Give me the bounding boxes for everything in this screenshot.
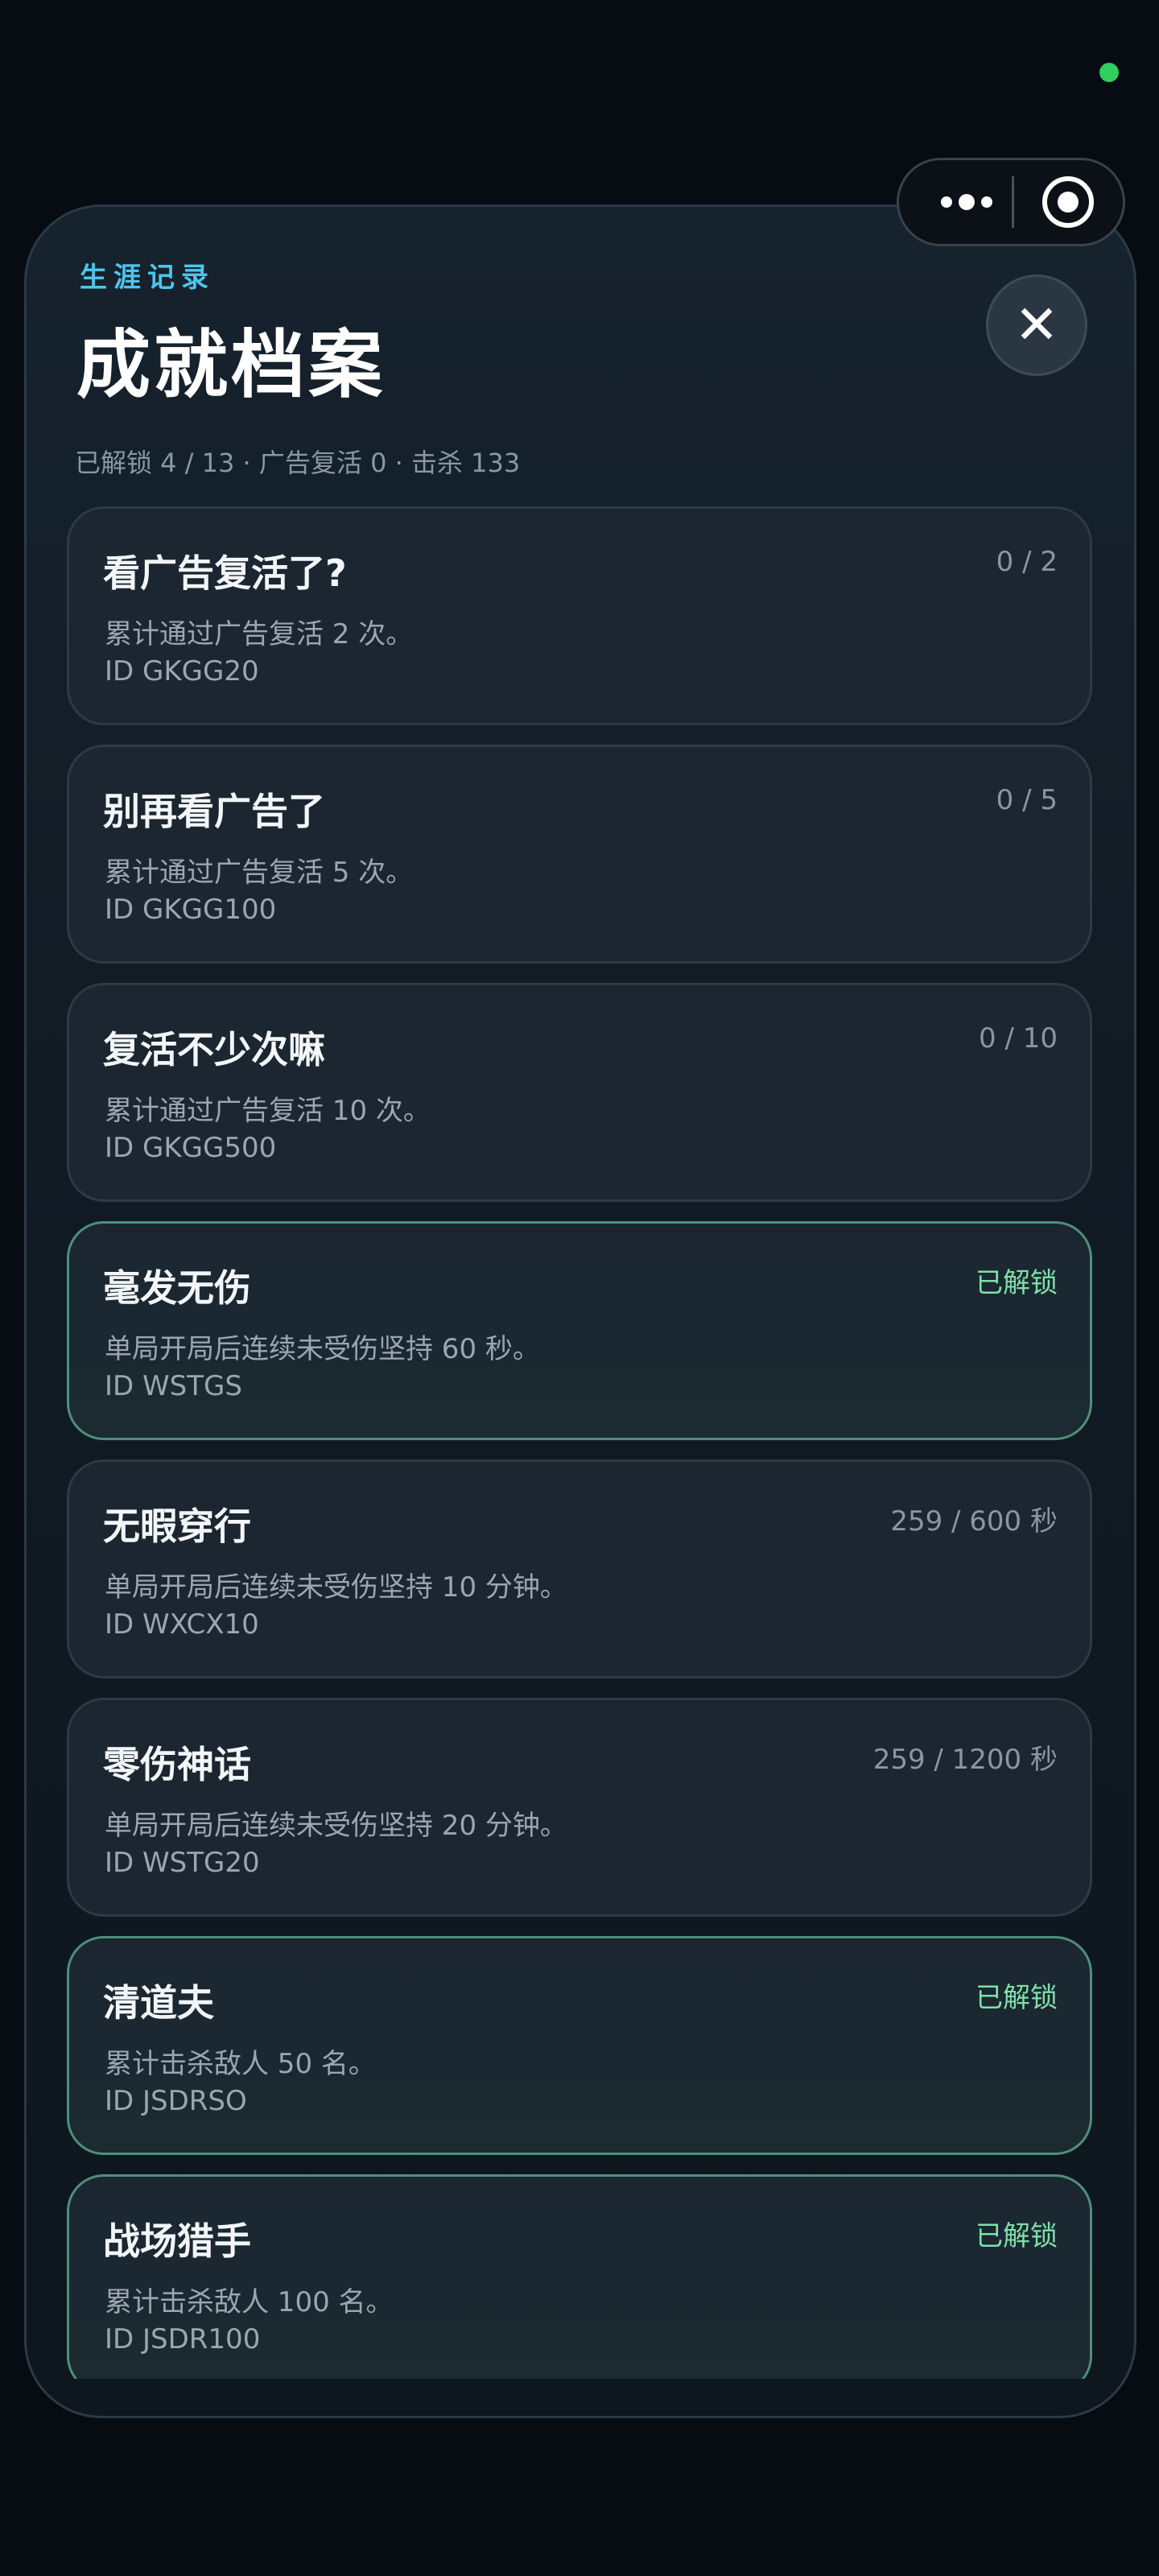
- achievement-description: 累计击杀敌人 50 名。: [105, 2048, 376, 2080]
- mini-program-capsule: [897, 158, 1125, 246]
- capsule-divider: [1012, 176, 1014, 228]
- close-icon: ✕: [1014, 294, 1059, 356]
- achievement-card: 复活不少次嘛 0 / 10 累计通过广告复活 10 次。 ID GKGG500: [67, 983, 1092, 1202]
- achievement-progress: 0 / 5: [996, 784, 1058, 816]
- achievement-id: ID GKGG100: [105, 894, 277, 926]
- achievement-card: 别再看广告了 0 / 5 累计通过广告复活 5 次。 ID GKGG100: [67, 745, 1092, 964]
- screen: 生涯记录 成就档案 ✕ 已解锁 4 / 13 · 广告复活 0 · 击杀 133…: [0, 0, 1159, 2576]
- achievement-card: 清道夫 已解锁累计击杀敌人 50 名。 ID JSDRSO: [67, 1936, 1092, 2155]
- achievement-title: 无暇穿行: [103, 1505, 251, 1548]
- achievement-progress: 0 / 10: [979, 1022, 1058, 1055]
- achievement-unlocked-badge: 已解锁: [975, 2220, 1058, 2252]
- status-indicator-dot: [1099, 63, 1119, 82]
- achievement-id: ID WSTGS: [105, 1370, 242, 1402]
- achievement-card: 战场猎手 已解锁累计击杀敌人 100 名。 ID JSDR100: [67, 2174, 1092, 2379]
- achievement-id: ID GKGG500: [105, 1132, 277, 1164]
- achievement-title: 战场猎手: [103, 2219, 251, 2263]
- achievement-id: ID WXCX10: [105, 1608, 259, 1641]
- achievement-unlocked-badge: 已解锁: [975, 1267, 1058, 1299]
- achievement-unlocked-badge: 已解锁: [975, 1982, 1058, 2014]
- achievement-id: ID JSDRSO: [105, 2085, 247, 2117]
- achievement-card: 无暇穿行 259 / 600 秒单局开局后连续未受伤坚持 10 分钟。 ID WXC…: [67, 1459, 1092, 1678]
- achievement-title: 别再看广告了: [103, 790, 325, 833]
- achievement-description: 累计通过广告复活 2 次。: [105, 618, 414, 650]
- achievement-title: 零伤神话: [103, 1743, 251, 1786]
- achievement-id: ID JSDR100: [105, 2323, 261, 2355]
- achievement-description: 单局开局后连续未受伤坚持 60 秒。: [105, 1333, 540, 1365]
- achievement-title: 清道夫: [103, 1981, 214, 2025]
- section-eyebrow: 生涯记录: [80, 262, 215, 294]
- achievement-description: 累计通过广告复活 5 次。: [105, 857, 414, 889]
- page-title: 成就档案: [76, 322, 386, 408]
- more-dots-icon[interactable]: [926, 160, 1007, 244]
- achievement-id: ID GKGG20: [105, 655, 259, 687]
- achievement-title: 毫发无伤: [103, 1266, 251, 1310]
- achievement-title: 复活不少次嘛: [103, 1028, 325, 1071]
- close-button[interactable]: ✕: [986, 275, 1087, 376]
- achievement-description: 累计击杀敌人 100 名。: [105, 2286, 394, 2318]
- achievement-id: ID WSTG20: [105, 1847, 260, 1879]
- stats-summary: 已解锁 4 / 13 · 广告复活 0 · 击杀 133: [75, 448, 521, 478]
- achievement-card: 毫发无伤 已解锁单局开局后连续未受伤坚持 60 秒。 ID WSTGS: [67, 1221, 1092, 1440]
- achievement-list[interactable]: 看广告复活了? 0 / 2 累计通过广告复活 2 次。 ID GKGG20 别再看广告了…: [67, 506, 1092, 2379]
- achievement-progress: 259 / 1200 秒: [872, 1744, 1058, 1776]
- achievement-description: 单局开局后连续未受伤坚持 20 分钟。: [105, 1810, 567, 1842]
- target-circle-icon[interactable]: [1042, 176, 1094, 228]
- achievement-description: 累计通过广告复活 10 次。: [105, 1095, 431, 1127]
- achievement-card: 零伤神话 259 / 1200 秒单局开局后连续未受伤坚持 20 分钟。 ID WS…: [67, 1698, 1092, 1917]
- achievement-card: 看广告复活了? 0 / 2 累计通过广告复活 2 次。 ID GKGG20: [67, 506, 1092, 725]
- achievement-progress: 259 / 600 秒: [890, 1505, 1058, 1538]
- achievements-panel: 生涯记录 成就档案 ✕ 已解锁 4 / 13 · 广告复活 0 · 击杀 133…: [24, 204, 1136, 2418]
- achievement-title: 看广告复活了?: [103, 551, 347, 595]
- achievement-description: 单局开局后连续未受伤坚持 10 分钟。: [105, 1571, 567, 1604]
- achievement-progress: 0 / 2: [996, 546, 1058, 578]
